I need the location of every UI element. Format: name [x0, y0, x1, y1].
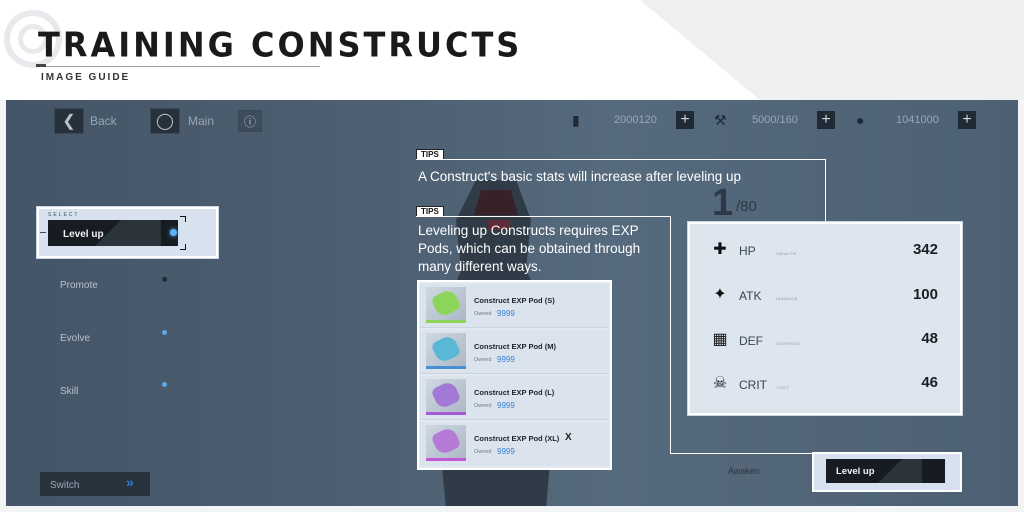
sidebar-item-promote[interactable]: Promote — [60, 280, 98, 291]
callout-connector — [416, 216, 670, 217]
tips-text-line: Pods, which can be obtained through — [418, 241, 641, 256]
header-decoration — [760, 0, 1024, 100]
button-shading — [878, 459, 902, 483]
back-button[interactable]: ❮ — [54, 108, 84, 134]
owned-label: Owned — [474, 311, 492, 317]
skull-icon: ☠ — [712, 375, 728, 392]
tips-text-line: many different ways. — [418, 259, 542, 274]
owned-label: Owned — [474, 357, 492, 363]
stat-name: HP — [739, 244, 756, 258]
level-up-tab-label: Level up — [63, 229, 104, 240]
level-up-button-label: Level up — [836, 466, 875, 477]
corner-bracket — [180, 244, 186, 250]
stat-name: CRIT — [739, 378, 767, 392]
back-label: Back — [90, 114, 117, 128]
item-name: Construct EXP Pod (S) — [474, 296, 555, 305]
guide-header: TRAINING CONSTRUCTS IMAGE GUIDE — [0, 0, 1024, 100]
selected-indicator-dot — [170, 229, 177, 236]
tips-text-line: Leveling up Constructs requires EXP — [418, 223, 639, 238]
notification-dot — [162, 382, 167, 387]
select-caption: SELECT — [48, 212, 80, 218]
callout-connector — [670, 453, 813, 454]
page-subtitle: IMAGE GUIDE — [41, 72, 131, 83]
rarity-bar — [426, 320, 466, 323]
main-label: Main — [188, 114, 215, 128]
stat-value: 342 — [912, 241, 938, 258]
stat-sub: /DAMAGE — [776, 296, 798, 301]
resource-value: 2000120 — [614, 114, 657, 126]
item-name: Construct EXP Pod (M) — [474, 342, 556, 351]
feather-icon: ✦ — [713, 286, 727, 303]
owned-value: 9999 — [497, 447, 515, 456]
stat-value: 46 — [921, 374, 938, 391]
chevron-left-icon: ❮ — [62, 113, 76, 130]
armor-icon: ▦ — [712, 331, 728, 348]
stat-name: DEF — [739, 334, 763, 348]
corner-bracket — [180, 216, 186, 222]
awaken-label: Awaken — [728, 466, 760, 476]
info-icon: ⓘ — [243, 114, 256, 129]
double-chevron-right-icon: » — [126, 474, 134, 490]
game-topbar: ❮ Back ◯ Main ⓘ ▮ 2000120 + ⚒ 5000/160 +… — [6, 100, 1018, 140]
stat-sub: /HEALTH — [776, 251, 797, 256]
notification-dot — [162, 330, 167, 335]
rarity-bar — [426, 366, 466, 369]
info-button[interactable]: ⓘ — [238, 110, 262, 132]
main-button[interactable]: ◯ — [150, 108, 180, 134]
rarity-bar — [426, 412, 466, 415]
guide-page: TRAINING CONSTRUCTS IMAGE GUIDE ❮ Back ◯… — [0, 0, 1024, 512]
sidebar-item-skill[interactable]: Skill — [60, 386, 78, 397]
stat-value: 100 — [912, 286, 938, 303]
title-divider — [36, 66, 320, 67]
owned-label: Owned — [474, 449, 492, 455]
stat-name: ATK — [739, 289, 762, 303]
button-shading — [902, 459, 922, 483]
add-resource-button[interactable]: + — [958, 111, 976, 129]
circle-icon: ◯ — [156, 113, 174, 130]
tips-text: A Construct's basic stats will increase … — [418, 169, 741, 184]
rarity-bar — [426, 458, 466, 461]
item-name: Construct EXP Pod (L) — [474, 388, 555, 397]
coin-icon: ● — [856, 112, 865, 128]
select-pointer — [40, 232, 46, 233]
header-decoration — [640, 0, 760, 100]
owned-value: 9999 — [497, 401, 515, 410]
close-icon[interactable]: X — [565, 432, 572, 443]
page-title: TRAINING CONSTRUCTS — [38, 25, 523, 65]
add-resource-button[interactable]: + — [676, 111, 694, 129]
resource-value: 1041000 — [896, 114, 939, 126]
level-max: /80 — [736, 198, 757, 215]
wrench-icon: ⚒ — [714, 112, 727, 128]
callout-connector — [416, 159, 826, 160]
cross-icon: ✚ — [713, 241, 727, 258]
title-divider-tick — [36, 64, 46, 67]
sidebar-item-evolve[interactable]: Evolve — [60, 333, 90, 344]
ticket-icon: ▮ — [572, 112, 580, 128]
callout-connector — [670, 216, 671, 454]
owned-label: Owned — [474, 403, 492, 409]
lock-icon: ■ — [162, 274, 168, 284]
tab-shading — [121, 220, 161, 246]
switch-label: Switch — [50, 480, 80, 491]
item-name: Construct EXP Pod (XL) — [474, 434, 560, 443]
callout-connector — [825, 159, 826, 223]
level-current: 1 — [712, 182, 734, 224]
stat-sub: /DEFENSE — [776, 341, 801, 346]
add-resource-button[interactable]: + — [817, 111, 835, 129]
stat-sub: /CRIT — [776, 385, 789, 390]
owned-value: 9999 — [497, 309, 515, 318]
stat-value: 48 — [921, 330, 938, 347]
resource-value: 5000/160 — [752, 114, 798, 126]
owned-value: 9999 — [497, 355, 515, 364]
